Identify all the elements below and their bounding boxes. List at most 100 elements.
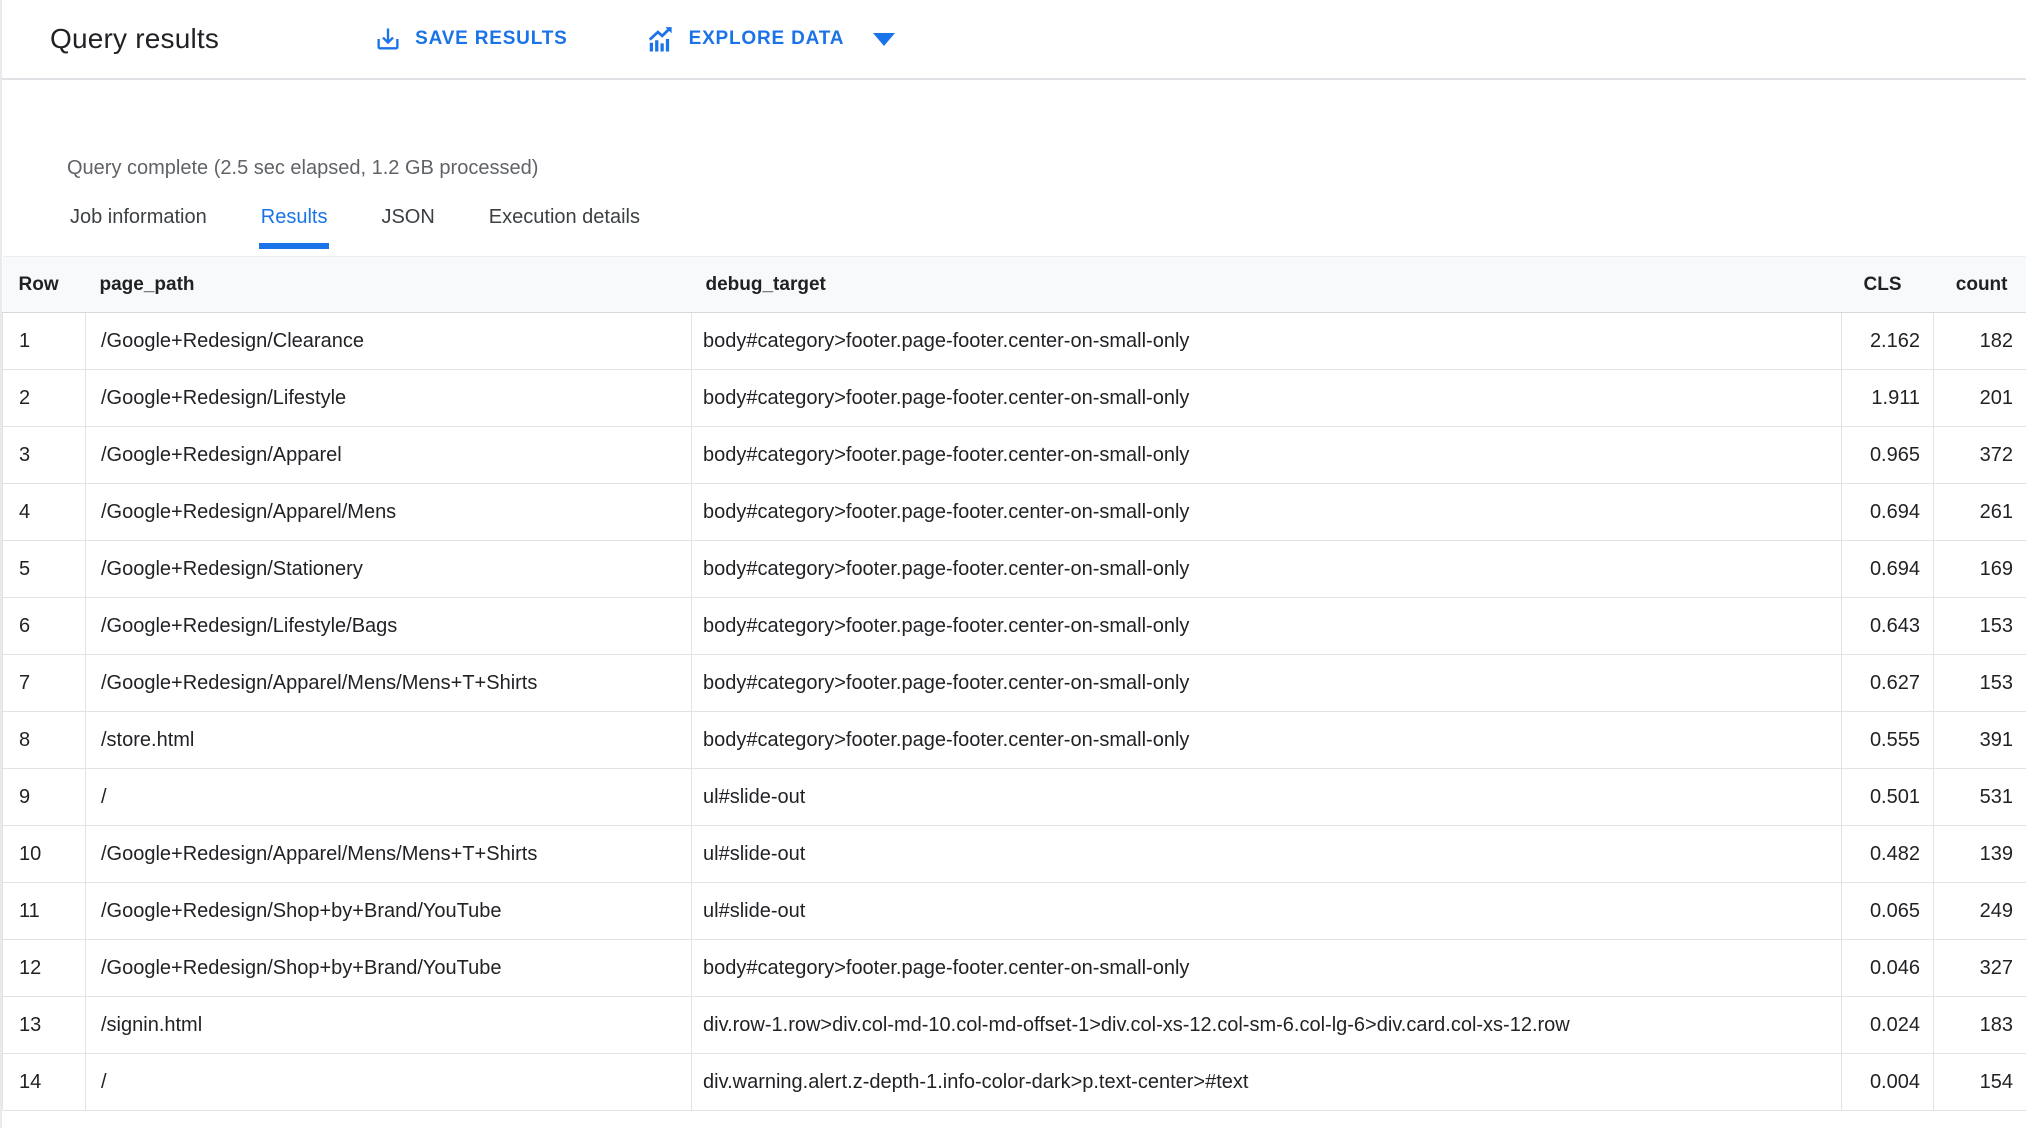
- cell-debug-target: ul#slide-out: [691, 768, 1842, 826]
- cell-page-path: /Google+Redesign/Lifestyle/Bags: [85, 597, 692, 655]
- cell-row-number: 10: [2, 825, 86, 883]
- results-table-header: Row page_path debug_target CLS count: [2, 256, 2026, 313]
- cell-cls: 2.162: [1841, 312, 1934, 370]
- download-icon: [374, 25, 402, 53]
- cell-debug-target: body#category>footer.page-footer.center-…: [691, 426, 1842, 484]
- explore-data-button[interactable]: EXPLORE DATA: [646, 24, 896, 54]
- cell-cls: 0.046: [1841, 939, 1934, 997]
- cell-count: 183: [1933, 996, 2026, 1054]
- cell-row-number: 4: [2, 483, 86, 541]
- cell-cls: 0.965: [1841, 426, 1934, 484]
- cell-cls: 0.694: [1841, 483, 1934, 541]
- cell-count: 154: [1933, 1053, 2026, 1111]
- cell-count: 327: [1933, 939, 2026, 997]
- cell-row-number: 8: [2, 711, 86, 769]
- query-results-panel: Query results SAVE RESULTS EXPLORE DATA …: [0, 0, 2026, 1128]
- column-header-row: Row: [2, 256, 86, 313]
- cell-page-path: /Google+Redesign/Clearance: [85, 312, 692, 370]
- cell-count: 153: [1933, 597, 2026, 655]
- table-row: 14/div.warning.alert.z-depth-1.info-colo…: [2, 1053, 2026, 1111]
- cell-page-path: /Google+Redesign/Apparel/Mens: [85, 483, 692, 541]
- table-row: 4/Google+Redesign/Apparel/Mens body#categ…: [2, 483, 2026, 541]
- cell-debug-target: body#category>footer.page-footer.center-…: [691, 369, 1842, 427]
- tab-job-information[interactable]: Job information: [68, 204, 209, 249]
- cell-debug-target: body#category>footer.page-footer.center-…: [691, 711, 1842, 769]
- table-row: 9/ul#slide-out 0.501 531: [2, 768, 2026, 826]
- cell-cls: 1.911: [1841, 369, 1934, 427]
- table-row: 1/Google+Redesign/Clearance body#category…: [2, 312, 2026, 370]
- cell-cls: 0.627: [1841, 654, 1934, 712]
- cell-count: 249: [1933, 882, 2026, 940]
- cell-cls: 0.024: [1841, 996, 1934, 1054]
- cell-page-path: /: [85, 1053, 692, 1111]
- cell-count: 182: [1933, 312, 2026, 370]
- cell-page-path: /Google+Redesign/Apparel/Mens/Mens+T+Shi…: [85, 825, 692, 883]
- table-row: 3/Google+Redesign/Apparel body#category>f…: [2, 426, 2026, 484]
- cell-count: 391: [1933, 711, 2026, 769]
- column-header-count: count: [1933, 256, 2026, 313]
- cell-page-path: /Google+Redesign/Apparel: [85, 426, 692, 484]
- cell-row-number: 14: [2, 1053, 86, 1111]
- save-results-button[interactable]: SAVE RESULTS: [374, 25, 567, 53]
- cell-cls: 0.004: [1841, 1053, 1934, 1111]
- save-results-label: SAVE RESULTS: [415, 28, 568, 49]
- explore-chart-icon: [646, 24, 676, 54]
- column-header-debug-target: debug_target: [691, 256, 1842, 313]
- cell-row-number: 9: [2, 768, 86, 826]
- table-row: 7/Google+Redesign/Apparel/Mens/Mens+T+Sh…: [2, 654, 2026, 712]
- cell-count: 261: [1933, 483, 2026, 541]
- cell-cls: 0.501: [1841, 768, 1934, 826]
- cell-row-number: 3: [2, 426, 86, 484]
- cell-debug-target: body#category>footer.page-footer.center-…: [691, 939, 1842, 997]
- cell-page-path: /Google+Redesign/Lifestyle: [85, 369, 692, 427]
- cell-page-path: /signin.html: [85, 996, 692, 1054]
- cell-cls: 0.643: [1841, 597, 1934, 655]
- cell-count: 153: [1933, 654, 2026, 712]
- query-results-header: Query results SAVE RESULTS EXPLORE DATA: [2, 0, 2026, 80]
- table-row: 8/store.html body#category>footer.page-fo…: [2, 711, 2026, 769]
- cell-cls: 0.482: [1841, 825, 1934, 883]
- result-tabs: Job information Results JSON Execution d…: [68, 204, 2026, 249]
- results-table-body: 1/Google+Redesign/Clearance body#category…: [2, 312, 2026, 1111]
- tab-execution-details[interactable]: Execution details: [487, 204, 642, 249]
- cell-debug-target: ul#slide-out: [691, 825, 1842, 883]
- query-status-text: Query complete (2.5 sec elapsed, 1.2 GB …: [67, 157, 539, 179]
- cell-count: 169: [1933, 540, 2026, 598]
- column-header-cls: CLS: [1841, 256, 1934, 313]
- cell-debug-target: body#category>footer.page-footer.center-…: [691, 540, 1842, 598]
- explore-data-label: EXPLORE DATA: [688, 28, 845, 49]
- table-row: 6/Google+Redesign/Lifestyle/Bags body#cat…: [2, 597, 2026, 655]
- cell-cls: 0.065: [1841, 882, 1934, 940]
- cell-page-path: /Google+Redesign/Stationery: [85, 540, 692, 598]
- table-row: 12/Google+Redesign/Shop+by+Brand/YouTube…: [2, 939, 2026, 997]
- table-row: 13/signin.html div.row-1.row>div.col-md-1…: [2, 996, 2026, 1054]
- cell-row-number: 11: [2, 882, 86, 940]
- results-table: Row page_path debug_target CLS count 1/G…: [2, 256, 2026, 1111]
- cell-page-path: /: [85, 768, 692, 826]
- cell-debug-target: div.warning.alert.z-depth-1.info-color-d…: [691, 1053, 1842, 1111]
- cell-cls: 0.694: [1841, 540, 1934, 598]
- cell-row-number: 13: [2, 996, 86, 1054]
- tab-results[interactable]: Results: [258, 204, 330, 249]
- cell-page-path: /Google+Redesign/Shop+by+Brand/YouTube: [85, 882, 692, 940]
- table-row: 11/Google+Redesign/Shop+by+Brand/YouTube…: [2, 882, 2026, 940]
- cell-debug-target: ul#slide-out: [691, 882, 1842, 940]
- cell-cls: 0.555: [1841, 711, 1934, 769]
- cell-row-number: 12: [2, 939, 86, 997]
- cell-page-path: /Google+Redesign/Shop+by+Brand/YouTube: [85, 939, 692, 997]
- cell-row-number: 1: [2, 312, 86, 370]
- cell-debug-target: body#category>footer.page-footer.center-…: [691, 483, 1842, 541]
- cell-page-path: /Google+Redesign/Apparel/Mens/Mens+T+Shi…: [85, 654, 692, 712]
- cell-row-number: 2: [2, 369, 86, 427]
- column-header-page-path: page_path: [85, 256, 692, 313]
- cell-debug-target: body#category>footer.page-footer.center-…: [691, 654, 1842, 712]
- table-row: 10/Google+Redesign/Apparel/Mens/Mens+T+S…: [2, 825, 2026, 883]
- cell-row-number: 6: [2, 597, 86, 655]
- cell-debug-target: body#category>footer.page-footer.center-…: [691, 312, 1842, 370]
- cell-count: 531: [1933, 768, 2026, 826]
- table-row: 2/Google+Redesign/Lifestyle body#category…: [2, 369, 2026, 427]
- page-title: Query results: [50, 23, 220, 54]
- tab-json[interactable]: JSON: [379, 204, 436, 249]
- cell-count: 372: [1933, 426, 2026, 484]
- cell-row-number: 5: [2, 540, 86, 598]
